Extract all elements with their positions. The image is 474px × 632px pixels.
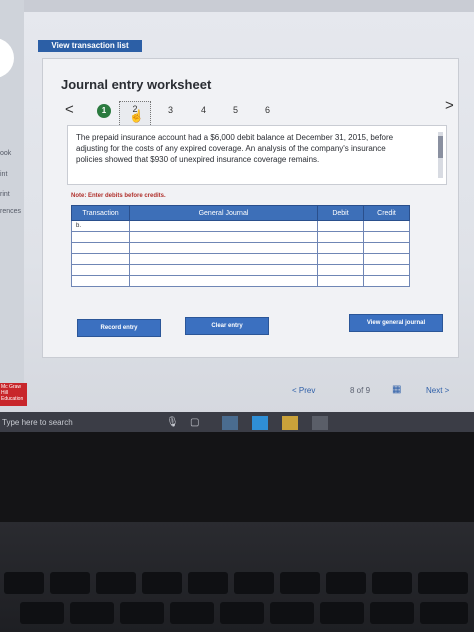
- next-button[interactable]: Next >: [426, 386, 449, 395]
- table-row: [71, 242, 410, 254]
- keyboard-key: [120, 602, 164, 624]
- windows-taskbar: Type here to search 🎙 ▢: [0, 412, 474, 432]
- credit-input[interactable]: [363, 253, 410, 265]
- pointer-hand-icon: ☝: [129, 109, 144, 123]
- general-journal-input[interactable]: [129, 231, 318, 243]
- keyboard-key: [270, 602, 314, 624]
- keyboard-key: [142, 572, 182, 594]
- page-title: Journal entry worksheet: [61, 77, 212, 92]
- store-icon[interactable]: [282, 416, 298, 430]
- keyboard-key: [320, 602, 364, 624]
- transaction-cell: b.: [71, 220, 130, 232]
- keyboard-key: [370, 602, 414, 624]
- debit-input[interactable]: [317, 242, 364, 254]
- sidebar-item-print[interactable]: rint: [0, 191, 10, 198]
- microphone-icon[interactable]: 🎙: [166, 417, 179, 428]
- sidebar-item-hint[interactable]: int: [0, 171, 7, 178]
- record-entry-button[interactable]: Record entry: [77, 319, 161, 337]
- page-indicator: 8 of 9: [350, 386, 371, 395]
- keyboard-key: [326, 572, 366, 594]
- step-5[interactable]: 5: [233, 105, 238, 115]
- keyboard-key: [50, 572, 90, 594]
- sidebar-item-references[interactable]: rences: [0, 208, 21, 215]
- debit-input[interactable]: [317, 264, 364, 276]
- step-6[interactable]: 6: [265, 105, 270, 115]
- step-4[interactable]: 4: [201, 105, 206, 115]
- keyboard-key: [96, 572, 136, 594]
- view-general-journal-button[interactable]: View general journal: [349, 314, 443, 332]
- keyboard-key: [418, 572, 468, 594]
- debit-input[interactable]: [317, 220, 364, 232]
- browser-top-bar: [0, 0, 474, 12]
- transaction-cell: [71, 253, 130, 265]
- keyboard-key: [372, 572, 412, 594]
- step-2-current[interactable]: 2 ☝: [119, 101, 151, 127]
- keyboard-key: [170, 602, 214, 624]
- app-icon[interactable]: [312, 416, 328, 430]
- transaction-cell: [71, 231, 130, 243]
- transaction-cell: [71, 264, 130, 276]
- mcgraw-hill-logo: Mc Graw Hill Education: [0, 383, 27, 406]
- table-row: [71, 253, 410, 265]
- general-journal-input[interactable]: [129, 220, 318, 232]
- prompt-scrollbar[interactable]: [438, 132, 443, 178]
- general-journal-input[interactable]: [129, 275, 318, 287]
- problem-prompt-text: The prepaid insurance account had a $6,0…: [76, 133, 394, 164]
- table-row: [71, 264, 410, 276]
- sidebar-item-ebook[interactable]: ook: [0, 150, 11, 157]
- debit-credit-note: Note: Enter debits before credits.: [71, 193, 166, 199]
- file-explorer-icon[interactable]: [222, 416, 238, 430]
- table-row: [71, 275, 410, 287]
- grid-icon[interactable]: ▦: [392, 384, 401, 395]
- keyboard-key: [280, 572, 320, 594]
- column-header-debit: Debit: [317, 205, 364, 221]
- clear-entry-button[interactable]: Clear entry: [185, 317, 269, 335]
- debit-input[interactable]: [317, 275, 364, 287]
- credit-input[interactable]: [363, 264, 410, 276]
- column-header-credit: Credit: [363, 205, 410, 221]
- prev-button[interactable]: < Prev: [292, 386, 315, 395]
- keyboard-key: [234, 572, 274, 594]
- problem-prompt-box: The prepaid insurance account had a $6,0…: [67, 125, 447, 185]
- table-row: [71, 231, 410, 243]
- column-header-general-journal: General Journal: [129, 205, 318, 221]
- general-journal-input[interactable]: [129, 264, 318, 276]
- debit-input[interactable]: [317, 253, 364, 265]
- task-view-icon[interactable]: ▢: [190, 417, 199, 428]
- keyboard-key: [4, 572, 44, 594]
- laptop-screen: ook int rint rences View transaction lis…: [0, 0, 474, 432]
- column-header-transaction: Transaction: [71, 205, 130, 221]
- keyboard-key: [70, 602, 114, 624]
- transaction-cell: [71, 242, 130, 254]
- laptop-keyboard: [0, 522, 474, 632]
- general-journal-input[interactable]: [129, 253, 318, 265]
- keyboard-key: [20, 602, 64, 624]
- journal-entry-table: Transaction General Journal Debit Credit…: [71, 205, 410, 287]
- chevron-right-icon[interactable]: >: [445, 97, 454, 114]
- taskbar-search-input[interactable]: Type here to search: [2, 418, 73, 427]
- credit-input[interactable]: [363, 275, 410, 287]
- keyboard-key: [188, 572, 228, 594]
- step-3[interactable]: 3: [168, 105, 173, 115]
- journal-entry-worksheet-panel: Journal entry worksheet < > 1 2 ☝ 3 4 5 …: [42, 58, 459, 358]
- prompt-scrollbar-thumb[interactable]: [438, 136, 443, 158]
- table-row: b.: [71, 220, 410, 232]
- keyboard-key: [420, 602, 468, 624]
- laptop-bezel: [0, 432, 474, 522]
- step-1-complete[interactable]: 1: [97, 104, 111, 118]
- view-transaction-list-button[interactable]: View transaction list: [38, 40, 142, 52]
- debit-input[interactable]: [317, 231, 364, 243]
- credit-input[interactable]: [363, 242, 410, 254]
- keyboard-key: [220, 602, 264, 624]
- transaction-cell: [71, 275, 130, 287]
- general-journal-input[interactable]: [129, 242, 318, 254]
- edge-icon[interactable]: [252, 416, 268, 430]
- credit-input[interactable]: [363, 220, 410, 232]
- chevron-left-icon[interactable]: <: [65, 101, 74, 118]
- credit-input[interactable]: [363, 231, 410, 243]
